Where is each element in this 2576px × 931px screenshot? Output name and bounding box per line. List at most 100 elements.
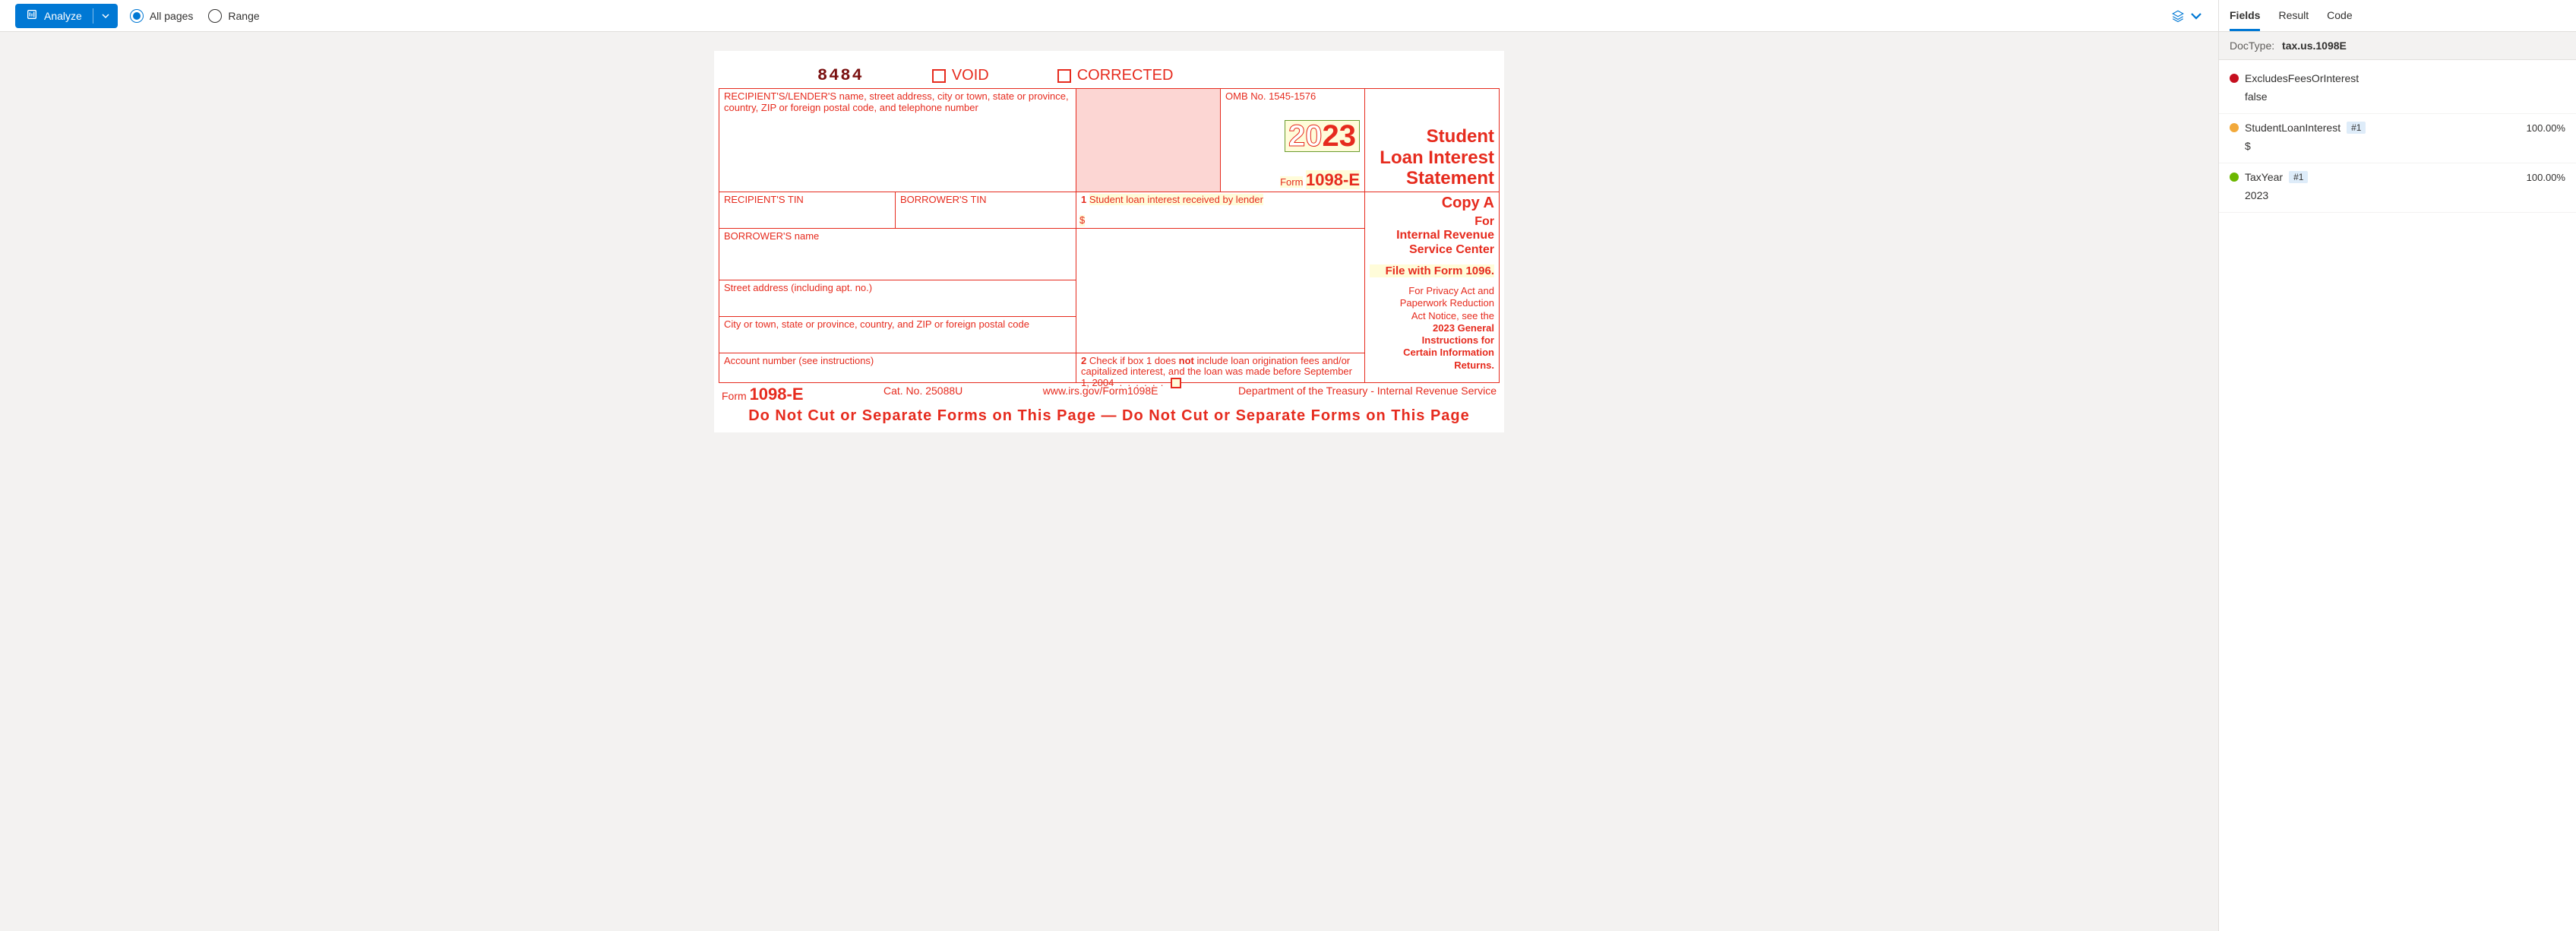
footer-dept: Department of the Treasury - Internal Re… [1238,385,1497,404]
radio-all-pages[interactable]: All pages [130,9,194,23]
borrower-name-label: BORROWER'S name [724,230,819,242]
footer-form: Form 1098-E [722,385,804,404]
recipient-lender-label: RECIPIENT'S/LENDER'S name, street addres… [724,90,1069,113]
field-name: TaxYear [2245,171,2283,183]
field-badge: #1 [2289,171,2308,183]
doctype-bar: DocType: tax.us.1098E [2219,32,2576,60]
borrower-tin-label: BORROWER'S TIN [900,194,986,205]
tin-row: RECIPIENT'S TIN BORROWER'S TIN [719,192,1076,229]
street-address-box: Street address (including apt. no.) [719,280,1076,317]
title-line-1: Student [1380,126,1494,147]
toolbar: Analyze All pages Range [0,0,2218,32]
layers-icon [2171,9,2185,23]
borrower-tin-box: BORROWER'S TIN [896,195,1071,226]
radio-circle-checked [130,9,144,23]
doctype-value: tax.us.1098E [2282,40,2347,52]
borrower-name-box: BORROWER'S name [719,229,1076,280]
doctype-label: DocType: [2230,40,2274,52]
field-value: 2023 [2245,189,2565,201]
city-label: City or town, state or province, country… [724,318,1029,330]
radio-range-label: Range [228,10,259,22]
year-prefix: 20 [1288,119,1323,153]
form-1098e-grid: RECIPIENT'S/LENDER'S name, street addres… [719,88,1500,383]
chevron-down-icon [2189,9,2203,23]
page-mode-group: All pages Range [130,9,260,23]
year-suffix: 23 [1323,119,1357,153]
results-panel: Fields Result Code DocType: tax.us.1098E… [2219,0,2576,931]
form-title-box: Student Loan Interest Statement [1365,89,1499,192]
tab-fields[interactable]: Fields [2230,6,2260,31]
copy-a: Copy A [1370,195,1494,212]
corrected-checkbox: CORRECTED [1057,67,1174,84]
file-with-1096: File with Form 1096. [1370,264,1494,277]
copy-a-panel: Copy A ForInternal RevenueService Center… [1365,192,1499,382]
footer-form-number: 1098-E [750,385,804,404]
analyze-label: Analyze [44,10,82,22]
field-confidence: 100.00% [2527,122,2565,134]
field-row[interactable]: TaxYear #1 100.00% 2023 [2219,163,2576,213]
corrected-label: CORRECTED [1077,67,1174,84]
field-value: false [2245,90,2565,103]
box2-checkbox [1171,378,1181,388]
field-color-dot [2230,74,2239,83]
checkbox-icon [932,69,946,83]
recipient-tin-box: RECIPIENT'S TIN [719,192,896,228]
footer-cat-no: Cat. No. 25088U [883,385,962,404]
omb-number: OMB No. 1545-1576 [1225,91,1316,103]
field-name: ExcludesFeesOrInterest [2245,72,2359,84]
box-1: 1 Student loan interest received by lend… [1076,192,1365,229]
tab-result[interactable]: Result [2278,6,2309,31]
form-sequence: 8484 [817,66,864,85]
panel-tabs: Fields Result Code [2219,0,2576,32]
title-line-2: Loan Interest [1380,147,1494,169]
box2-number: 2 [1081,355,1086,366]
chevron-down-icon [101,11,110,21]
radio-all-pages-label: All pages [150,10,194,22]
radio-range[interactable]: Range [208,9,259,23]
recipient-tin-label: RECIPIENT'S TIN [724,194,804,205]
fields-list: ExcludesFeesOrInterest false StudentLoan… [2219,60,2576,217]
dollar-sign: $ [1079,215,1085,226]
footer-form-word: Form [722,390,747,402]
empty-center [1076,229,1365,353]
analyze-button[interactable]: Analyze [15,4,118,28]
box1-label: Student loan interest received by lender [1089,194,1263,205]
omb-year-box: OMB No. 1545-1576 2023 Form 1098-E [1221,89,1365,192]
void-checkbox: VOID [932,67,989,84]
account-number-label: Account number (see instructions) [724,355,874,366]
layers-button[interactable] [2171,9,2203,23]
recipient-lender-box: RECIPIENT'S/LENDER'S name, street addres… [719,89,1076,192]
checkbox-icon [1057,69,1071,83]
analyze-dropdown[interactable] [93,4,118,28]
document-page: 8484 VOID CORRECTED RECIPIENT'S/LENDER'S… [714,51,1504,432]
field-badge: #1 [2347,122,2366,134]
field-name: StudentLoanInterest [2245,122,2341,134]
for-irs: ForInternal RevenueService Center [1396,215,1494,256]
form-word: Form [1280,176,1303,188]
form-number: 1098-E [1306,170,1360,189]
tax-year: 2023 [1285,120,1360,152]
box2-text-a: Check if box 1 does [1089,355,1179,366]
street-address-label: Street address (including apt. no.) [724,282,872,293]
account-number-box: Account number (see instructions) [719,353,1076,382]
radio-circle [208,9,222,23]
field-row[interactable]: StudentLoanInterest #1 100.00% $ [2219,114,2576,163]
field-confidence: 100.00% [2527,172,2565,183]
void-label: VOID [952,67,989,84]
box2-dots: . . . . . . [1117,377,1163,388]
field-value: $ [2245,140,2565,152]
title-line-3: Statement [1380,168,1494,189]
tab-code[interactable]: Code [2327,6,2352,31]
city-box: City or town, state or province, country… [719,317,1076,353]
box-2: 2 Check if box 1 does not include loan o… [1076,353,1365,382]
box2-not: not [1179,355,1194,366]
document-viewer[interactable]: 8484 VOID CORRECTED RECIPIENT'S/LENDER'S… [0,32,2218,931]
box1-number: 1 [1081,194,1086,205]
field-color-dot [2230,123,2239,132]
pink-box [1076,89,1221,192]
privacy-notice: For Privacy Act andPaperwork ReductionAc… [1370,285,1494,372]
analyze-icon [26,8,38,23]
field-row[interactable]: ExcludesFeesOrInterest false [2219,65,2576,114]
do-not-cut-line: Do Not Cut or Separate Forms on This Pag… [719,407,1500,425]
field-color-dot [2230,173,2239,182]
